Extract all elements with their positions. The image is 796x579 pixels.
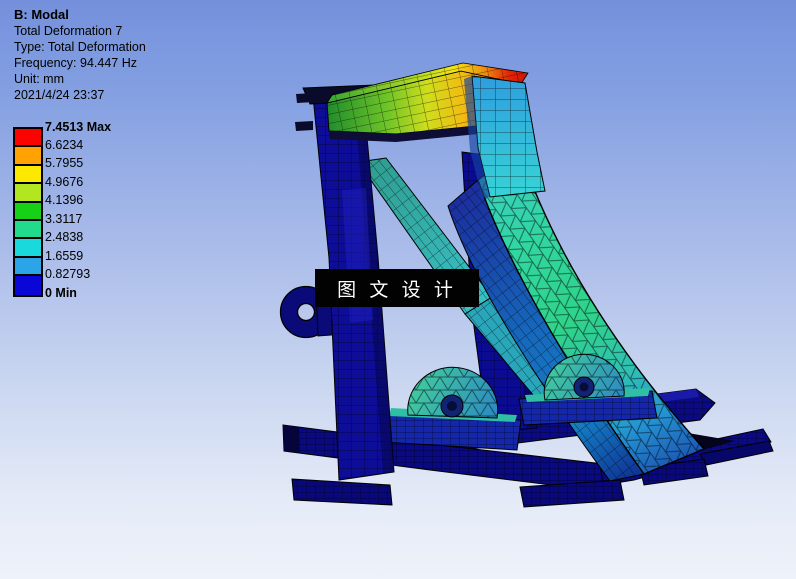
legend-color-min (15, 276, 41, 295)
result-unit: Unit: mm (14, 72, 64, 86)
legend-label-min: 0 Min (45, 285, 77, 300)
legend-label: 2.4838 (45, 230, 84, 245)
watermark-text: 图 文 设 计 (337, 279, 457, 301)
legend-color (15, 184, 41, 203)
result-frequency: Frequency: 94.447 Hz (14, 56, 137, 70)
legend-label-max: 7.4513 Max (45, 119, 112, 134)
legend-color (15, 165, 41, 185)
contour-legend[interactable] (13, 127, 43, 297)
result-type: Type: Total Deformation (14, 40, 146, 54)
legend-label: 1.6559 (45, 248, 84, 263)
legend-label: 3.3117 (45, 211, 83, 226)
legend-label: 4.9676 (45, 174, 84, 189)
analysis-title: B: Modal (14, 7, 69, 22)
column-tab (295, 121, 313, 131)
legend-color (15, 257, 41, 277)
legend-label: 4.1396 (45, 193, 84, 208)
legend-color-max (15, 129, 41, 148)
legend-color (15, 239, 41, 258)
result-name: Total Deformation 7 (14, 24, 123, 38)
ansys-result-viewport[interactable]: B: Modal Total Deformation 7 Type: Total… (0, 0, 796, 579)
legend-color (15, 147, 41, 166)
result-annotation: B: Modal Total Deformation 7 Type: Total… (14, 7, 146, 103)
watermark-banner: 图 文 设 计 (315, 269, 479, 307)
column-tab (296, 93, 314, 103)
result-timestamp: 2021/4/24 23:37 (14, 88, 105, 102)
legend-label: 5.7955 (45, 156, 84, 171)
legend-label: 6.6234 (45, 138, 84, 152)
legend-label: 0.82793 (45, 267, 91, 282)
legend-color (15, 202, 41, 221)
legend-color (15, 220, 41, 240)
